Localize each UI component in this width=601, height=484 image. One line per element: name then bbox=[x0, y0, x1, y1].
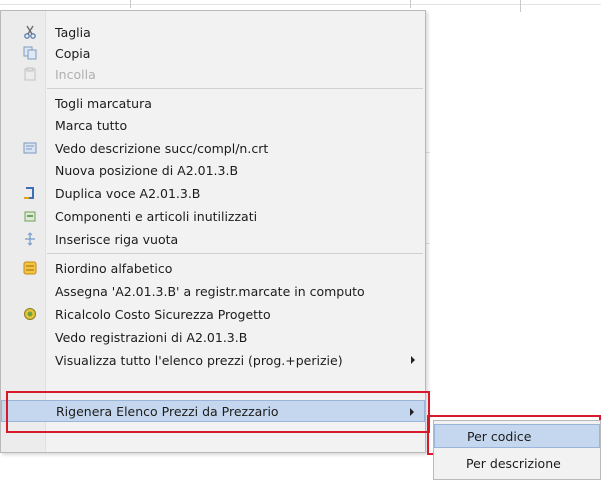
context-menu: Taglia Copia Incolla Togli marcatura Mar… bbox=[0, 10, 426, 453]
safety-icon bbox=[23, 307, 37, 321]
background-gridline bbox=[426, 243, 430, 244]
components-icon bbox=[23, 209, 37, 223]
menu-item-visualizza-elenco[interactable]: Visualizza tutto l'elenco prezzi (prog.+… bbox=[1, 349, 425, 371]
menu-item-label: Togli marcatura bbox=[55, 95, 152, 111]
menu-item-ricalcolo-costo[interactable]: Ricalcolo Costo Sicurezza Progetto bbox=[1, 303, 425, 325]
document-view-icon bbox=[23, 141, 37, 155]
menu-item-label: Incolla bbox=[55, 66, 96, 82]
menu-item-label: Ricalcolo Costo Sicurezza Progetto bbox=[55, 306, 271, 322]
menu-item-label: Nuova posizione di A2.01.3.B bbox=[55, 162, 239, 178]
background-tick bbox=[130, 0, 131, 8]
menu-item-label: Taglia bbox=[55, 24, 91, 40]
scissors-icon bbox=[23, 25, 37, 39]
menu-item-label: Riordino alfabetico bbox=[55, 260, 173, 276]
submenu-item-per-codice[interactable]: Per codice bbox=[434, 424, 600, 448]
submenu: Per codice Per descrizione bbox=[433, 420, 601, 480]
menu-item-incolla[interactable]: Incolla bbox=[1, 63, 425, 85]
menu-item-label: Visualizza tutto l'elenco prezzi (prog.+… bbox=[55, 352, 343, 368]
insert-row-icon bbox=[23, 232, 37, 246]
menu-item-marca-tutto[interactable]: Marca tutto bbox=[1, 114, 425, 136]
menu-item-label: Copia bbox=[55, 45, 91, 61]
sort-icon bbox=[23, 261, 37, 275]
copy-icon bbox=[23, 46, 37, 60]
background-tick bbox=[520, 0, 521, 12]
menu-item-duplica-voce[interactable]: Duplica voce A2.01.3.B bbox=[1, 182, 425, 204]
menu-item-label: Inserisce riga vuota bbox=[55, 231, 179, 247]
menu-item-label: Assegna 'A2.01.3.B' a registr.marcate in… bbox=[55, 283, 365, 299]
background-gridline bbox=[0, 4, 601, 5]
menu-item-togli-marcatura[interactable]: Togli marcatura bbox=[1, 92, 425, 114]
menu-item-inserisce-riga[interactable]: Inserisce riga vuota bbox=[1, 228, 425, 250]
menu-item-riordino-alfabetico[interactable]: Riordino alfabetico bbox=[1, 257, 425, 279]
menu-item-copia[interactable]: Copia bbox=[1, 42, 425, 64]
menu-item-label: Vedo descrizione succ/compl/n.crt bbox=[55, 140, 269, 156]
background-gridline bbox=[426, 152, 430, 153]
paste-icon bbox=[23, 67, 37, 81]
menu-item-label: Componenti e articoli inutilizzati bbox=[55, 208, 258, 224]
menu-item-label: Marca tutto bbox=[55, 117, 128, 133]
menu-item-vedo-registrazioni[interactable]: Vedo registrazioni di A2.01.3.B bbox=[1, 326, 425, 348]
menu-item-assegna[interactable]: Assegna 'A2.01.3.B' a registr.marcate in… bbox=[1, 280, 425, 302]
menu-item-taglia[interactable]: Taglia bbox=[1, 21, 425, 43]
menu-item-label: Duplica voce A2.01.3.B bbox=[55, 185, 201, 201]
menu-separator bbox=[47, 88, 423, 89]
submenu-item-label: Per descrizione bbox=[466, 455, 561, 471]
menu-item-nuova-posizione[interactable]: Nuova posizione di A2.01.3.B bbox=[1, 159, 425, 181]
menu-item-componenti-inutilizzati[interactable]: Componenti e articoli inutilizzati bbox=[1, 205, 425, 227]
menu-item-label: Vedo registrazioni di A2.01.3.B bbox=[55, 329, 248, 345]
submenu-arrow-icon bbox=[411, 356, 415, 364]
submenu-item-per-descrizione[interactable]: Per descrizione bbox=[434, 451, 600, 475]
menu-item-vedo-descrizione[interactable]: Vedo descrizione succ/compl/n.crt bbox=[1, 137, 425, 159]
annotation-highlight-box bbox=[6, 391, 430, 433]
duplicate-icon bbox=[23, 186, 37, 200]
submenu-item-label: Per codice bbox=[467, 428, 532, 444]
menu-separator bbox=[47, 253, 423, 254]
background-tick bbox=[410, 0, 411, 8]
